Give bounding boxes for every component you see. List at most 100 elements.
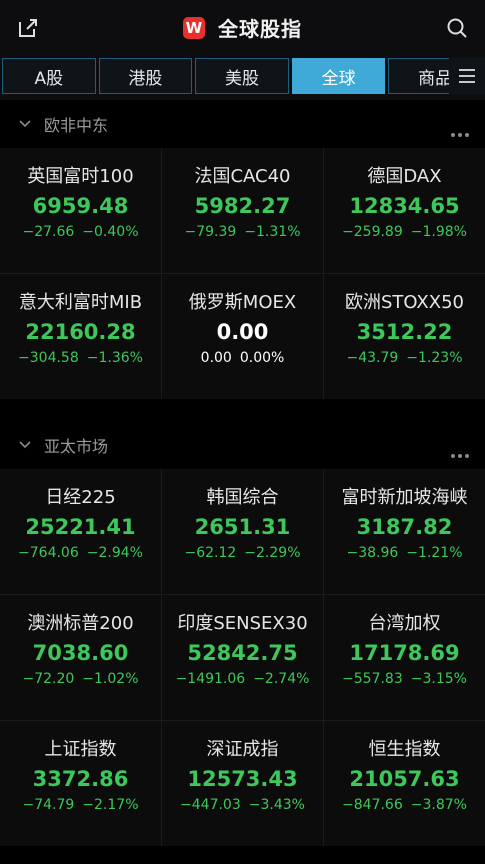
index-name: 台湾加权: [368, 613, 441, 634]
index-name: 上证指数: [44, 739, 117, 760]
index-price: 12573.43: [187, 767, 298, 791]
index-price: 12834.65: [349, 194, 460, 218]
index-change: −304.58: [18, 350, 79, 366]
index-changes: −764.06 −2.94%: [0, 545, 161, 561]
index-changes: −847.66 −3.87%: [324, 797, 485, 813]
index-change-pct: −3.87%: [410, 797, 467, 813]
chevron-down-icon[interactable]: [18, 438, 32, 452]
index-card[interactable]: 欧洲STOXX50 3512.22 −43.79 −1.23%: [324, 274, 485, 399]
section-header[interactable]: 亚太市场: [0, 421, 485, 469]
index-name: 欧洲STOXX50: [344, 292, 464, 313]
section-title: 欧非中东: [44, 116, 109, 135]
hamburger-icon: [459, 69, 475, 83]
index-change-pct: −2.17%: [82, 797, 139, 813]
index-name: 印度SENSEX30: [177, 613, 308, 634]
index-name: 英国富时100: [27, 166, 134, 187]
index-grid: 英国富时100 6959.48 −27.66 −0.40% 法国CAC40 5982.27…: [0, 148, 485, 399]
index-card[interactable]: 韩国综合 2651.31 −62.12 −2.29%: [162, 469, 323, 594]
index-name: 深证成指: [206, 739, 279, 760]
index-card[interactable]: 法国CAC40 5982.27 −79.39 −1.31%: [162, 148, 323, 273]
index-change-pct: −0.40%: [82, 224, 139, 240]
index-card[interactable]: 富时新加坡海峡 3187.82 −38.96 −1.21%: [324, 469, 485, 594]
search-icon[interactable]: [445, 16, 469, 40]
tab-global[interactable]: 全球: [291, 58, 386, 94]
index-name: 恒生指数: [368, 739, 441, 760]
index-name: 德国DAX: [367, 166, 442, 187]
index-price: 25221.41: [25, 515, 136, 539]
index-changes: −447.03 −3.43%: [162, 797, 323, 813]
index-change: −74.79: [22, 797, 75, 813]
title-wrap: W 全球股指: [0, 13, 485, 42]
index-changes: −27.66 −0.40%: [0, 224, 161, 240]
index-changes: −1491.06 −2.74%: [162, 671, 323, 687]
index-changes: −38.96 −1.21%: [324, 545, 485, 561]
tab-a-share[interactable]: A股: [2, 58, 96, 94]
market-tabs: A股 港股 美股 全球 商品: [0, 56, 485, 100]
index-changes: −79.39 −1.31%: [162, 224, 323, 240]
index-card[interactable]: 印度SENSEX30 52842.75 −1491.06 −2.74%: [162, 595, 323, 720]
index-name: 韩国综合: [206, 487, 279, 508]
index-change-pct: −1.02%: [82, 671, 139, 687]
index-change-pct: −1.31%: [244, 224, 301, 240]
index-name: 法国CAC40: [194, 166, 291, 187]
page-title: 全球股指: [218, 17, 303, 41]
index-change: −847.66: [342, 797, 403, 813]
index-change-pct: 0.00%: [239, 350, 285, 366]
chevron-down-icon[interactable]: [18, 117, 32, 131]
index-change: −27.66: [22, 224, 75, 240]
index-card[interactable]: 台湾加权 17178.69 −557.83 −3.15%: [324, 595, 485, 720]
index-change-pct: −2.94%: [86, 545, 143, 561]
index-card[interactable]: 上证指数 3372.86 −74.79 −2.17%: [0, 721, 161, 846]
tab-us[interactable]: 美股: [195, 58, 289, 94]
index-change: −557.83: [342, 671, 403, 687]
index-changes: 0.00 0.00%: [162, 350, 323, 366]
index-price: 17178.69: [349, 641, 460, 665]
index-change-pct: −2.29%: [244, 545, 301, 561]
app-logo: W: [182, 16, 205, 39]
index-card[interactable]: 德国DAX 12834.65 −259.89 −1.98%: [324, 148, 485, 273]
index-change: −43.79: [346, 350, 399, 366]
index-name: 俄罗斯MOEX: [188, 292, 297, 313]
index-changes: −62.12 −2.29%: [162, 545, 323, 561]
index-card[interactable]: 意大利富时MIB 22160.28 −304.58 −1.36%: [0, 274, 161, 399]
index-changes: −304.58 −1.36%: [0, 350, 161, 366]
index-price: 5982.27: [194, 194, 291, 218]
index-grid: 日经225 25221.41 −764.06 −2.94% 韩国综合 2651.31 −62…: [0, 469, 485, 846]
index-price: 22160.28: [25, 320, 136, 344]
index-card[interactable]: 澳洲标普200 7038.60 −72.20 −1.02%: [0, 595, 161, 720]
section-title: 亚太市场: [44, 437, 109, 456]
index-card[interactable]: 英国富时100 6959.48 −27.66 −0.40%: [0, 148, 161, 273]
index-change: −764.06: [18, 545, 79, 561]
index-change-pct: −1.21%: [406, 545, 463, 561]
index-name: 意大利富时MIB: [18, 292, 143, 313]
app-header: W 全球股指: [0, 0, 485, 56]
index-change: −72.20: [22, 671, 75, 687]
index-change: 0.00: [200, 350, 232, 366]
index-changes: −557.83 −3.15%: [324, 671, 485, 687]
tab-hk[interactable]: 港股: [98, 58, 193, 94]
more-icon[interactable]: [448, 443, 469, 462]
index-name: 日经225: [45, 487, 116, 508]
index-change-pct: −1.23%: [406, 350, 463, 366]
index-change: −38.96: [346, 545, 399, 561]
index-changes: −259.89 −1.98%: [324, 224, 485, 240]
index-change-pct: −1.36%: [86, 350, 143, 366]
index-price: 3187.82: [356, 515, 453, 539]
index-name: 澳洲标普200: [27, 613, 134, 634]
index-price: 3372.86: [32, 767, 129, 791]
more-icon[interactable]: [448, 122, 469, 141]
index-price: 2651.31: [194, 515, 291, 539]
index-change: −62.12: [184, 545, 237, 561]
section-header[interactable]: 欧非中东: [0, 100, 485, 148]
index-card[interactable]: 恒生指数 21057.63 −847.66 −3.87%: [324, 721, 485, 846]
index-name: 富时新加坡海峡: [341, 487, 468, 508]
index-change-pct: −3.43%: [248, 797, 305, 813]
index-card[interactable]: 日经225 25221.41 −764.06 −2.94%: [0, 469, 161, 594]
index-card[interactable]: 俄罗斯MOEX 0.00 0.00 0.00%: [162, 274, 323, 399]
index-change-pct: −2.74%: [253, 671, 310, 687]
index-price: 7038.60: [32, 641, 129, 665]
menu-icon[interactable]: [449, 58, 485, 94]
index-card[interactable]: 深证成指 12573.43 −447.03 −3.43%: [162, 721, 323, 846]
index-changes: −72.20 −1.02%: [0, 671, 161, 687]
